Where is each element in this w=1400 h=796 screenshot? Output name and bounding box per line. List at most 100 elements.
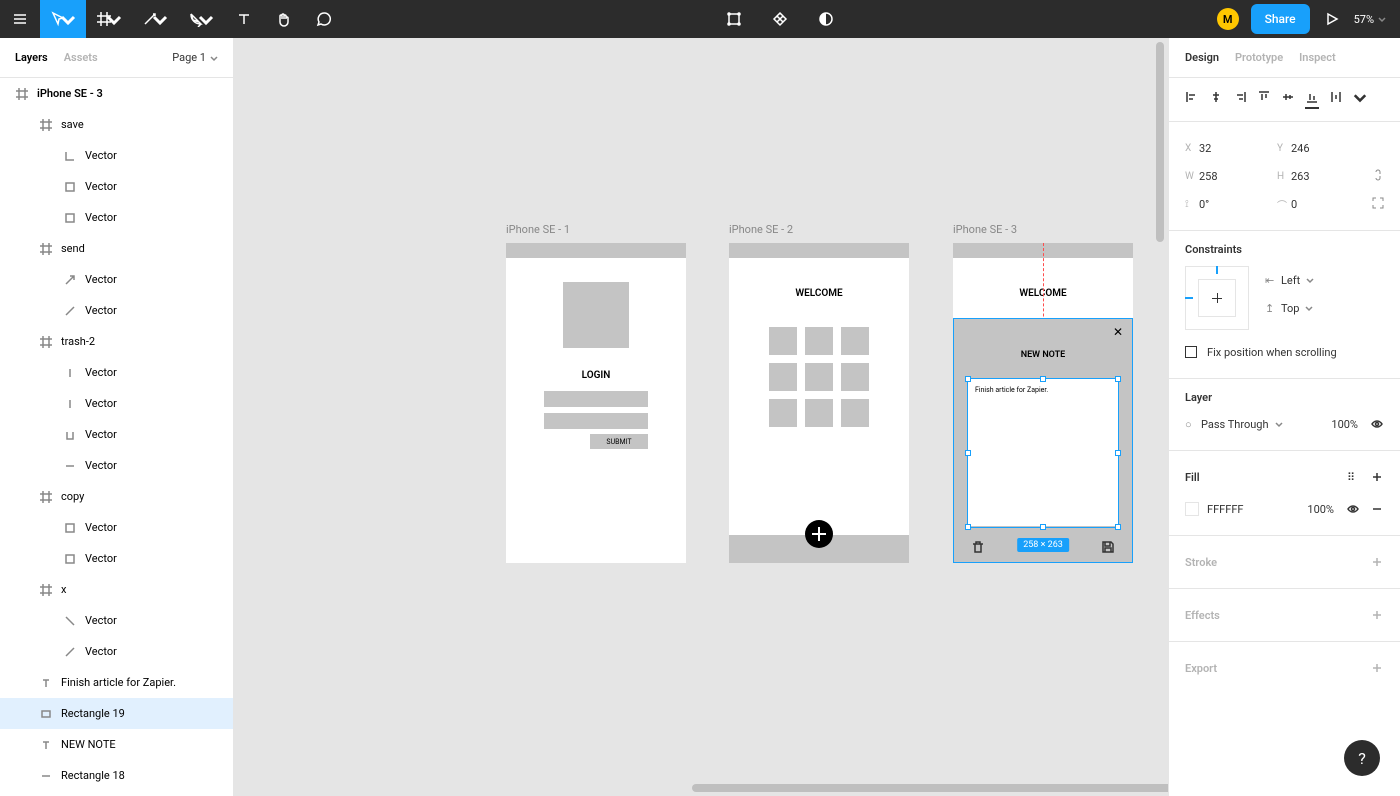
link-wh-icon[interactable] — [1372, 169, 1384, 184]
layer-icon — [63, 428, 77, 442]
vertical-scrollbar[interactable] — [1156, 42, 1164, 242]
layer-item[interactable]: Vector — [0, 512, 233, 543]
independent-corners-icon[interactable] — [1372, 197, 1384, 212]
effects-add-icon[interactable] — [1370, 608, 1384, 622]
layer-item[interactable]: Vector — [0, 450, 233, 481]
layer-item[interactable]: Vector — [0, 636, 233, 667]
layer-item[interactable]: Vector — [0, 419, 233, 450]
layer-item[interactable]: trash-2 — [0, 326, 233, 357]
stroke-title: Stroke — [1185, 556, 1217, 569]
welcome-title: WELCOME — [953, 258, 1133, 299]
layer-item[interactable]: NEW NOTE — [0, 729, 233, 760]
align-top-icon[interactable] — [1257, 90, 1271, 109]
constraint-v-value: Top — [1281, 302, 1299, 315]
vector-tool[interactable] — [178, 0, 224, 38]
layer-item[interactable]: Finish article for Zapier. — [0, 667, 233, 698]
frame-iphone-se-1[interactable]: iPhone SE - 1 LOGIN SUBMIT — [506, 243, 686, 563]
login-input-1 — [544, 391, 648, 407]
fill-remove-icon[interactable] — [1370, 502, 1384, 516]
x-input[interactable]: 32 — [1199, 142, 1277, 155]
fill-swatch[interactable] — [1185, 502, 1199, 516]
help-button[interactable]: ? — [1344, 740, 1380, 776]
text-tool[interactable] — [224, 0, 264, 38]
move-tool[interactable] — [40, 0, 86, 38]
constraint-h-select[interactable]: ⇤Left — [1265, 266, 1384, 294]
zoom-select[interactable]: 57% — [1354, 13, 1386, 26]
layer-opacity-input[interactable]: 100% — [1331, 418, 1358, 431]
layer-item[interactable]: copy — [0, 481, 233, 512]
canvas[interactable]: iPhone SE - 1 LOGIN SUBMIT iPhone SE - 2… — [234, 38, 1168, 796]
layer-icon — [39, 242, 53, 256]
fill-hex-input[interactable]: FFFFFF — [1207, 503, 1243, 516]
export-add-icon[interactable] — [1370, 661, 1384, 675]
h-input[interactable]: 263 — [1291, 170, 1369, 183]
radius-input[interactable]: 0 — [1291, 198, 1369, 211]
fill-visibility-icon[interactable] — [1346, 502, 1360, 516]
align-vcenter-icon[interactable] — [1281, 90, 1295, 109]
layer-item[interactable]: send — [0, 233, 233, 264]
distribute-icon[interactable] — [1329, 90, 1343, 109]
hand-tool[interactable] — [264, 0, 304, 38]
layer-visibility-icon[interactable] — [1370, 417, 1384, 431]
constraints-section: Constraints ⇤Left ↥Top Fix position when… — [1169, 231, 1400, 379]
fix-scroll-checkbox[interactable] — [1185, 346, 1197, 358]
add-note-fab — [805, 520, 833, 548]
layer-item[interactable]: Vector — [0, 388, 233, 419]
constraint-v-select[interactable]: ↥Top — [1265, 294, 1384, 322]
stroke-add-icon[interactable] — [1370, 555, 1384, 569]
tab-layers[interactable]: Layers — [15, 51, 48, 64]
layer-item[interactable]: Rectangle 18 — [0, 760, 233, 791]
layer-section-title: Layer — [1185, 391, 1384, 404]
layer-root-frame[interactable]: iPhone SE - 3 — [0, 78, 233, 109]
component-outline-icon[interactable] — [714, 0, 754, 38]
frame-iphone-se-3[interactable]: iPhone SE - 3 WELCOME ✕ NEW NOTE Finish … — [953, 243, 1133, 563]
left-tabs: Layers Assets Page 1 — [0, 38, 233, 78]
user-avatar[interactable]: M — [1217, 8, 1239, 30]
layer-item[interactable]: Vector — [0, 171, 233, 202]
menu-button[interactable] — [0, 0, 40, 38]
layer-label: iPhone SE - 3 — [37, 87, 103, 100]
layer-item[interactable]: Vector — [0, 140, 233, 171]
fill-add-icon[interactable] — [1370, 470, 1384, 484]
y-input[interactable]: 246 — [1291, 142, 1369, 155]
tab-assets[interactable]: Assets — [64, 51, 98, 64]
layer-item[interactable]: Vector — [0, 264, 233, 295]
blend-mode-select[interactable]: Pass Through — [1201, 418, 1269, 431]
w-input[interactable]: 258 — [1199, 170, 1277, 183]
component-icon[interactable] — [760, 0, 800, 38]
comment-tool[interactable] — [304, 0, 344, 38]
share-button[interactable]: Share — [1251, 4, 1310, 34]
tab-prototype[interactable]: Prototype — [1235, 51, 1283, 64]
align-bottom-icon[interactable] — [1305, 90, 1319, 109]
layer-item[interactable]: Rectangle 19 — [0, 698, 233, 729]
rotation-input[interactable]: 0° — [1199, 198, 1277, 211]
align-left-icon[interactable] — [1185, 90, 1199, 109]
align-hcenter-icon[interactable] — [1209, 90, 1223, 109]
align-right-icon[interactable] — [1233, 90, 1247, 109]
layer-item[interactable]: x — [0, 574, 233, 605]
fill-title: Fill — [1185, 471, 1200, 484]
fill-opacity-input[interactable]: 100% — [1307, 503, 1334, 516]
layer-item[interactable]: Vector — [0, 202, 233, 233]
frame-iphone-se-2[interactable]: iPhone SE - 2 WELCOME — [729, 243, 909, 563]
present-button[interactable] — [1322, 0, 1342, 38]
mask-icon[interactable] — [806, 0, 846, 38]
page-select[interactable]: Page 1 — [172, 51, 218, 64]
layer-item[interactable]: Vector — [0, 543, 233, 574]
tab-design[interactable]: Design — [1185, 51, 1219, 64]
layer-item[interactable]: Vector — [0, 357, 233, 388]
horizontal-scrollbar[interactable] — [692, 784, 1168, 792]
right-panel: Design Prototype Inspect X32Y246 W258H26… — [1168, 38, 1400, 796]
tab-inspect[interactable]: Inspect — [1299, 51, 1336, 64]
constraint-diagram[interactable] — [1185, 266, 1249, 330]
chevron-down-icon[interactable] — [1353, 90, 1367, 104]
frame-tool[interactable] — [86, 0, 132, 38]
pen-tool[interactable] — [132, 0, 178, 38]
layer-label: Vector — [85, 459, 117, 472]
layer-item[interactable]: Vector — [0, 295, 233, 326]
fill-styles-icon[interactable]: ⠿ — [1344, 470, 1358, 484]
note-text-area: Finish article for Zapier. — [967, 378, 1119, 526]
layer-item[interactable]: save — [0, 109, 233, 140]
layer-item[interactable]: Vector — [0, 605, 233, 636]
close-icon: ✕ — [1113, 326, 1123, 338]
